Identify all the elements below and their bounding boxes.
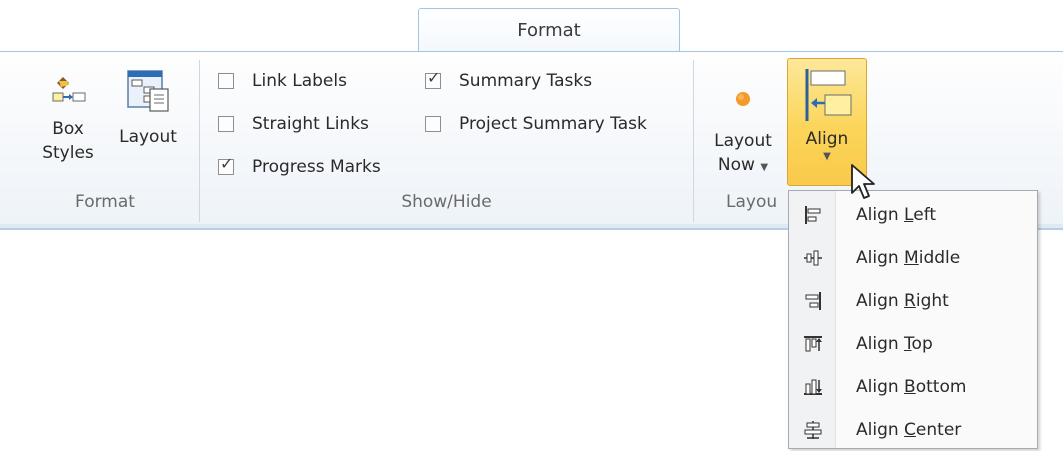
- menu-item-align-middle[interactable]: Align Middle: [790, 237, 1036, 279]
- group-label-show-hide: Show/Hide: [401, 192, 492, 212]
- tab-format[interactable]: Format: [418, 8, 680, 52]
- align-label: Align: [805, 129, 849, 149]
- mouse-pointer-icon: [851, 164, 875, 199]
- align-bottom-icon: [790, 376, 836, 398]
- align-icon: [805, 69, 852, 121]
- group-label-format: Format: [75, 192, 135, 212]
- menu-item-label: Align Center: [856, 420, 962, 440]
- ribbon-tab-row: Format: [0, 0, 1063, 52]
- checkbox-box[interactable]: [218, 73, 234, 89]
- checkbox-straight-links[interactable]: Straight Links: [218, 111, 369, 137]
- box-styles-label: Box Styles: [42, 119, 94, 163]
- align-dropdown-menu: Align Left Align Middle Align Right Alig…: [788, 190, 1038, 449]
- layout-now-button[interactable]: Layout Now ▼: [702, 58, 784, 188]
- checkbox-label: Project Summary Task: [459, 114, 647, 134]
- checkbox-label: Straight Links: [252, 114, 369, 134]
- checkbox-link-labels[interactable]: Link Labels: [218, 68, 347, 94]
- align-right-icon: [790, 290, 836, 312]
- chevron-down-icon: ▼: [760, 162, 769, 173]
- align-center-icon: [790, 419, 836, 441]
- box-styles-button[interactable]: Box Styles: [30, 58, 106, 188]
- align-middle-icon: [790, 247, 836, 269]
- menu-item-align-center[interactable]: Align Center: [790, 409, 1036, 451]
- menu-item-label: Align Middle: [856, 248, 961, 268]
- checkbox-label: Progress Marks: [252, 157, 381, 177]
- checkbox-label: Summary Tasks: [459, 71, 593, 91]
- checkbox-label: Link Labels: [252, 71, 347, 91]
- checkbox-box[interactable]: [218, 116, 234, 132]
- layout-icon: [127, 70, 169, 112]
- checkbox-progress-marks[interactable]: ✓ Progress Marks: [218, 154, 381, 180]
- layout-label: Layout: [119, 127, 177, 147]
- checkbox-box[interactable]: ✓: [218, 154, 234, 175]
- checkbox-project-summary-task[interactable]: Project Summary Task: [425, 111, 647, 137]
- menu-item-align-bottom[interactable]: Align Bottom: [790, 366, 1036, 408]
- chevron-down-icon: ▼: [823, 151, 831, 162]
- menu-item-label: Align Right: [856, 291, 949, 311]
- checkbox-summary-tasks[interactable]: ✓ Summary Tasks: [425, 68, 592, 94]
- menu-item-label: Align Bottom: [856, 377, 967, 397]
- layout-button[interactable]: Layout: [108, 58, 188, 188]
- checkmark-icon: ✓: [220, 154, 234, 173]
- layout-now-label: Layout Now ▼: [714, 131, 772, 175]
- menu-item-align-left[interactable]: Align Left: [790, 194, 1036, 236]
- align-top-icon: [790, 333, 836, 355]
- checkbox-box[interactable]: ✓: [425, 68, 441, 89]
- checkbox-box[interactable]: [425, 116, 441, 132]
- box-styles-icon: [52, 77, 86, 102]
- align-left-icon: [790, 204, 836, 226]
- checkmark-icon: ✓: [427, 68, 441, 87]
- layout-now-icon: [736, 92, 750, 106]
- menu-item-align-right[interactable]: Align Right: [790, 280, 1036, 322]
- group-separator: [693, 60, 694, 222]
- menu-item-label: Align Left: [856, 205, 937, 225]
- menu-item-align-top[interactable]: Align Top: [790, 323, 1036, 365]
- menu-item-label: Align Top: [856, 334, 933, 354]
